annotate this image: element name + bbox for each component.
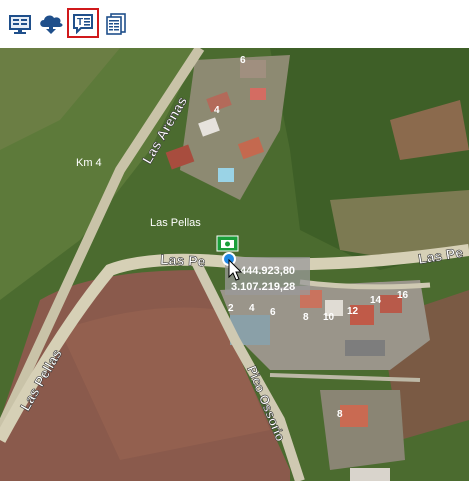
toolbar: T [0, 0, 469, 48]
house-number: 4 [214, 105, 220, 116]
house-number: 6 [270, 307, 276, 318]
road-label-las-pellas-middle: Las Pe [160, 251, 206, 269]
download-button[interactable] [37, 10, 65, 38]
building [345, 340, 385, 356]
report-table-icon [106, 13, 126, 35]
monitor-layers-icon [9, 15, 31, 34]
house-number: 6 [240, 55, 246, 66]
layers-button[interactable] [6, 10, 34, 38]
camera-lens [225, 241, 230, 247]
house-number: 8 [303, 312, 309, 323]
house-number: 10 [323, 312, 335, 323]
house-number: 12 [347, 306, 359, 317]
pool [218, 168, 234, 182]
village-area-bottom [320, 390, 405, 470]
building [340, 405, 368, 427]
camera-marker[interactable] [216, 235, 239, 252]
place-label-km4: Km 4 [76, 157, 102, 169]
text-comment-icon: T [73, 14, 93, 34]
map-canvas[interactable]: Las Arenas Las Pellas Las Pe Las Pe Pico… [0, 48, 469, 481]
text-tool-button[interactable]: T [67, 8, 99, 38]
building [350, 468, 390, 481]
house-number: 14 [370, 295, 382, 306]
report-button[interactable] [102, 10, 130, 38]
coordinate-x: 444.923,80 [240, 265, 295, 277]
svg-text:T: T [77, 17, 83, 28]
coordinate-y: 3.107.219,28 [231, 281, 295, 293]
house-number: 2 [228, 303, 234, 314]
place-label-las-pellas: Las Pellas [150, 217, 201, 229]
satellite-map[interactable]: Las Arenas Las Pellas Las Pe Las Pe Pico… [0, 48, 469, 481]
house-number: 8 [337, 409, 343, 420]
house-number: 16 [397, 290, 409, 301]
cloud-download-icon [40, 15, 63, 34]
house-number: 4 [249, 303, 255, 314]
building [250, 88, 266, 100]
